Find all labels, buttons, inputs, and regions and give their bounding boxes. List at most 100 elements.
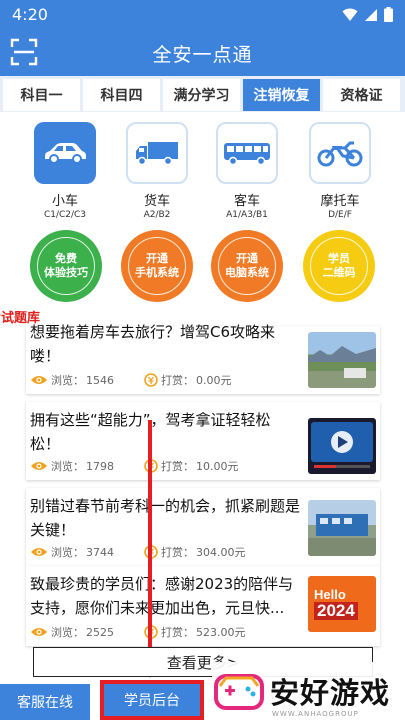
article-title: 想要拖着房车去旅行？增驾C6攻略来喽！ (30, 323, 276, 365)
video-play-icon (311, 422, 373, 468)
vehicle-motorcycle[interactable]: 摩托车 D/E/F (300, 122, 380, 220)
phone-system-line2: 手机系统 (135, 266, 179, 279)
coin-icon (144, 373, 158, 387)
car-icon (45, 143, 86, 164)
phone-system-inner: 开通 手机系统 (128, 237, 186, 295)
student-qrcode-line1: 学员 (328, 252, 350, 265)
free-tips-line2: 体验技巧 (44, 266, 88, 279)
thumb-year-text: 2024 (314, 602, 358, 620)
reward-amount: 304.00元 (196, 546, 246, 559)
views-label: 浏览： (51, 546, 84, 559)
views-count: 3744 (86, 545, 114, 559)
views-count: 2525 (86, 625, 114, 639)
article-meta: 浏览： 1546 打赏： 0.00元 (30, 372, 232, 388)
wifi-icon (342, 8, 358, 21)
reward-group: 打赏： 10.00元 (144, 458, 239, 474)
article-card[interactable]: 致最珍贵的学员们：感谢2023的陪伴与支持，愿你们未来更加出色，元旦快... 浏… (26, 566, 380, 646)
article-thumbnail-landscape (308, 332, 376, 388)
reward-label: 打赏： (161, 374, 194, 387)
article-meta: 浏览： 2525 打赏： 523.00元 (30, 624, 246, 640)
pc-system-line2: 电脑系统 (225, 266, 269, 279)
pc-system-line1: 开通 (236, 252, 258, 265)
article-meta: 浏览： 3744 打赏： 304.00元 (30, 544, 246, 560)
watermark: 安好游戏 WWW.ANHAOGROUP (212, 662, 405, 720)
vehicle-car-box[interactable] (34, 122, 96, 184)
eye-icon (31, 548, 47, 556)
vehicle-bus-sub: A1/A3/B1 (226, 210, 268, 220)
phone-system-line1: 开通 (146, 252, 168, 265)
article-thumbnail-video (308, 418, 376, 474)
vehicle-truck-sub: A2/B2 (143, 210, 171, 220)
views-count: 1798 (86, 459, 114, 473)
app-title: 全安一点通 (152, 44, 253, 66)
vehicle-truck-box[interactable] (126, 122, 188, 184)
reward-label: 打赏： (161, 626, 194, 639)
eye-icon (31, 628, 47, 636)
watermark-sub: WWW.ANHAOGROUP (272, 710, 359, 718)
thumb-hello-text: Hello (314, 587, 346, 602)
truck-icon (136, 142, 178, 166)
free-tips-line1: 免费 (55, 252, 77, 265)
student-qrcode-inner: 学员 二维码 (310, 237, 368, 295)
building-image (308, 514, 376, 556)
free-tips-inner: 免费 体验技巧 (37, 237, 95, 295)
article-title: 拥有这些“超能力”，驾考拿证轻轻松松！ (30, 411, 271, 453)
status-bar: 4:20 (0, 0, 405, 30)
coin-icon (144, 625, 158, 639)
app-bar: 全安一点通 (0, 30, 405, 76)
tab-full-score[interactable]: 满分学习 (163, 79, 240, 111)
student-backend-button[interactable]: 学员后台 (100, 680, 204, 720)
tab-kemu4[interactable]: 科目四 (83, 79, 160, 111)
landscape-image (308, 346, 376, 378)
reward-group: 打赏： 304.00元 (144, 544, 246, 560)
reward-amount: 523.00元 (196, 626, 246, 639)
vehicle-selector: 小车 C1/C2/C3 货车 A2/B2 客车 A1/A3/B1 摩托车 D/E… (0, 122, 405, 222)
signal-icon (365, 8, 377, 21)
article-card[interactable]: 别错过春节前考科一的机会，抓紧刷题是关键！ 浏览： 3744 打赏： 304.0… (26, 488, 380, 566)
tab-cancel-restore[interactable]: 注销恢复 (243, 79, 320, 111)
reward-label: 打赏： (161, 460, 194, 473)
free-tips-button[interactable]: 免费 体验技巧 (30, 230, 102, 302)
pc-system-inner: 开通 电脑系统 (218, 237, 276, 295)
vehicle-bus[interactable]: 客车 A1/A3/B1 (207, 122, 287, 220)
feature-buttons: 免费 体验技巧 开通 手机系统 开通 电脑系统 学员 二维码 (0, 230, 405, 304)
views-label: 浏览： (51, 626, 84, 639)
gamepad-logo-icon (214, 674, 264, 710)
article-card[interactable]: 想要拖着房车去旅行？增驾C6攻略来喽！ 浏览： 1546 打赏： 0.00元 (26, 323, 380, 394)
battery-icon (384, 7, 393, 22)
article-title: 别错过春节前考科一的机会，抓紧刷题是关键！ (30, 497, 301, 539)
vehicle-motorcycle-box[interactable] (309, 122, 371, 184)
coin-icon (144, 545, 158, 559)
article-title: 致最珍贵的学员们：感谢2023的陪伴与支持，愿你们未来更加出色，元旦快... (30, 575, 294, 617)
status-icons (342, 7, 393, 22)
phone-system-button[interactable]: 开通 手机系统 (121, 230, 193, 302)
vehicle-bus-box[interactable] (216, 122, 278, 184)
vehicle-car-sub: C1/C2/C3 (43, 210, 87, 220)
vehicle-bus-name: 客车 (233, 194, 260, 209)
customer-service-button[interactable]: 客服在线 (0, 684, 90, 720)
article-thumbnail-hello2024: Hello 2024 (308, 576, 376, 632)
vehicle-truck[interactable]: 货车 A2/B2 (117, 122, 197, 220)
article-thumbnail-building (308, 500, 376, 556)
eye-icon (31, 462, 47, 470)
views-label: 浏览： (51, 460, 84, 473)
bus-icon (224, 143, 270, 165)
coin-icon (144, 459, 158, 473)
bottom-bar: 客服在线 学员后台 安好游戏 WWW.ANHAOGROUP (0, 662, 405, 720)
pc-system-button[interactable]: 开通 电脑系统 (211, 230, 283, 302)
reward-amount: 0.00元 (196, 374, 232, 387)
student-qrcode-button[interactable]: 学员 二维码 (303, 230, 375, 302)
vehicle-motorcycle-sub: D/E/F (328, 210, 352, 220)
vehicle-truck-name: 货车 (143, 194, 170, 209)
article-card[interactable]: 拥有这些“超能力”，驾考拿证轻轻松松！ 浏览： 1798 打赏： 10.00元 (26, 402, 380, 480)
eye-icon (31, 376, 47, 384)
reward-group: 打赏： 523.00元 (144, 624, 246, 640)
vehicle-car-name: 小车 (51, 194, 78, 209)
vehicle-car[interactable]: 小车 C1/C2/C3 (25, 122, 105, 220)
vehicle-motorcycle-name: 摩托车 (320, 194, 360, 209)
tab-qualification[interactable]: 资格证 (323, 79, 400, 111)
tab-kemu1[interactable]: 科目一 (3, 79, 80, 111)
motorcycle-icon (317, 141, 363, 167)
views-label: 浏览： (51, 374, 84, 387)
tab-bar: 科目一 科目四 满分学习 注销恢复 资格证 (0, 76, 405, 112)
